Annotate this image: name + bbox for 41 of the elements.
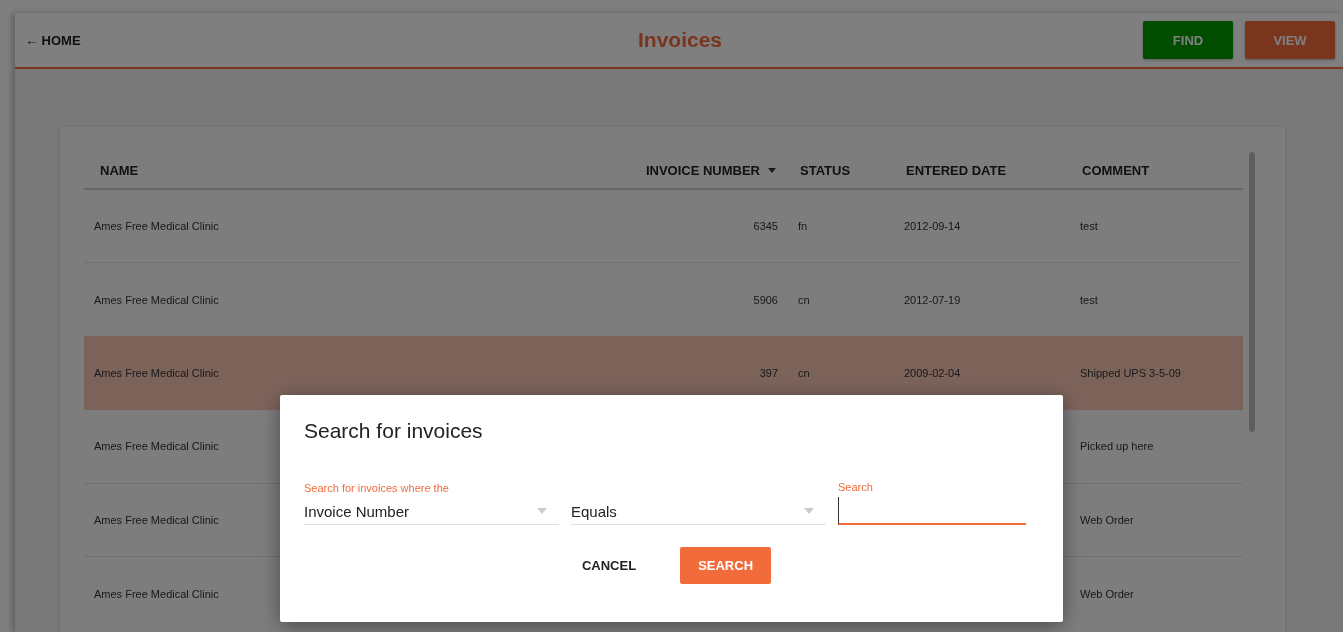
table-cell: Shipped UPS 3-5-09 [1080, 367, 1181, 379]
table-cell: 5906 [753, 293, 778, 306]
column-header[interactable]: NAME [84, 152, 620, 189]
column-header[interactable]: COMMENT [1070, 152, 1243, 189]
table-cell: Ames Free Medical Clinic [94, 220, 219, 233]
dropdown-caret-icon [537, 508, 547, 514]
home-link[interactable]: ← HOME [25, 32, 81, 48]
column-header[interactable]: ENTERED DATE [894, 152, 1070, 189]
search-input-field[interactable] [838, 497, 1026, 525]
dropdown-caret-icon [804, 508, 814, 514]
table-cell: fn [798, 220, 808, 233]
column-header[interactable]: INVOICE NUMBER [620, 152, 788, 189]
dialog-title: Search for invoices [304, 419, 484, 443]
field-label: Search for invoices where the [304, 482, 450, 494]
dropdown-field[interactable]: Invoice Number [304, 498, 559, 525]
table-cell: Ames Free Medical Clinic [94, 293, 219, 306]
table-cell: 6345 [753, 220, 778, 233]
table-cell: test [1080, 293, 1098, 306]
table-cell: 2009-02-04 [904, 367, 961, 379]
page-title: Invoices [637, 28, 722, 52]
dropdown-field[interactable]: Equals [571, 498, 826, 525]
table-cell: Web Order [1080, 588, 1134, 600]
search-button[interactable]: SEARCH [680, 547, 772, 584]
find-button[interactable]: FIND [1143, 21, 1233, 59]
table-cell: cn [798, 367, 810, 379]
cancel-button[interactable]: CANCEL [571, 547, 647, 584]
table-cell: 397 [759, 367, 778, 379]
column-header[interactable]: STATUS [788, 152, 894, 189]
table-cell: Ames Free Medical Clinic [94, 588, 219, 600]
table-cell: 2012-09-14 [904, 220, 961, 233]
table-cell: Web Order [1080, 514, 1134, 527]
column-label[interactable]: INVOICE NUMBER [645, 162, 760, 178]
table-cell: 2012-07-19 [904, 293, 961, 306]
table-cell: Picked up here [1080, 440, 1154, 453]
scrollbar[interactable] [1249, 152, 1255, 432]
table-cell: Ames Free Medical Clinic [94, 514, 219, 527]
table-cell: Ames Free Medical Clinic [94, 440, 219, 453]
table-cell: Ames Free Medical Clinic [94, 367, 219, 379]
table-cell: test [1080, 220, 1098, 233]
field-label: Search [838, 481, 874, 493]
table-cell: cn [798, 293, 810, 306]
